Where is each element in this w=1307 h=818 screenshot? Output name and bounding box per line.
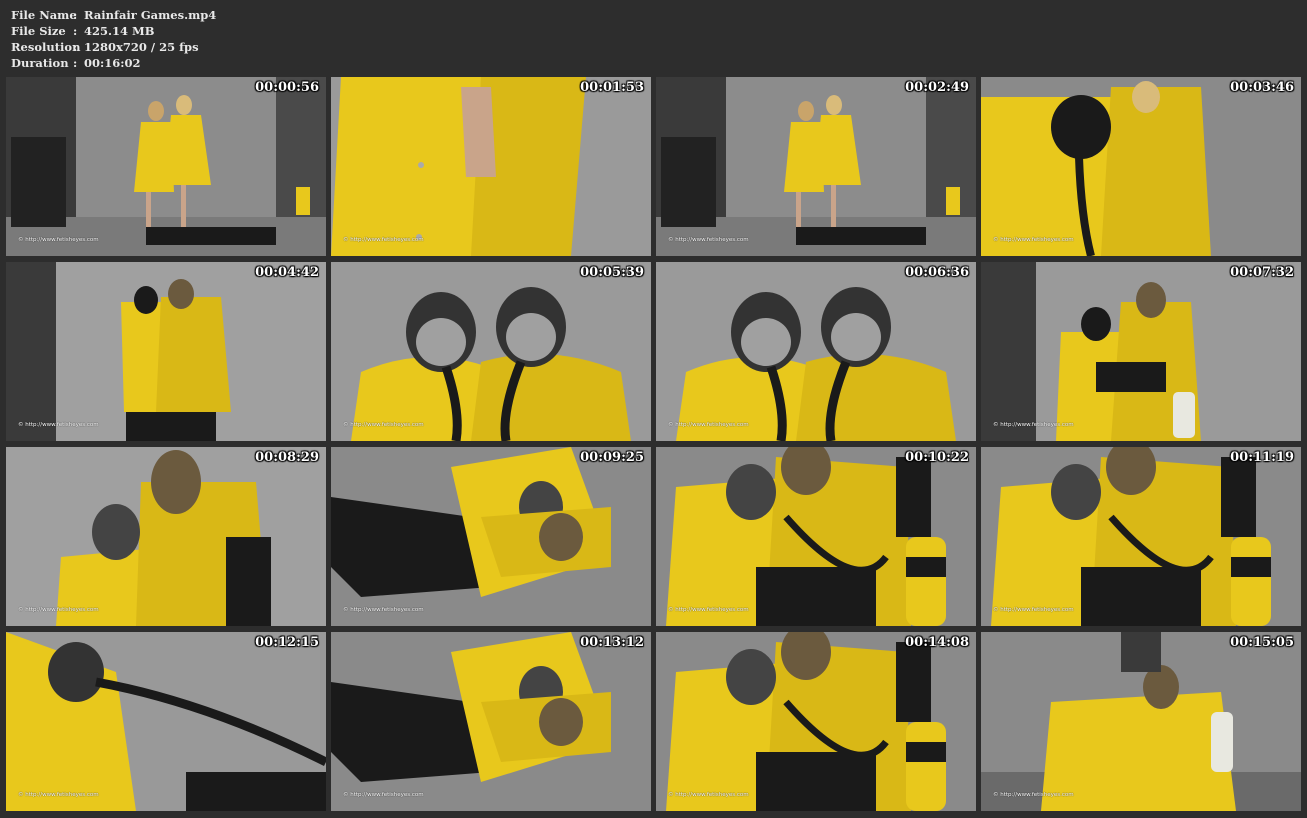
video-thumbnail: 00:05:39 © http://www.fetisheyes.com bbox=[331, 262, 651, 441]
thumbnail-watermark: © http://www.fetisheyes.com bbox=[668, 792, 749, 798]
file-info-key: File Name bbox=[11, 8, 77, 22]
thumbnail-timestamp: 00:05:39 bbox=[580, 265, 644, 280]
video-thumbnail: 00:00:56 © http://www.fetisheyes.com bbox=[6, 77, 326, 256]
thumbnail-watermark: © http://www.fetisheyes.com bbox=[668, 237, 749, 243]
thumbnail-watermark: © http://www.fetisheyes.com bbox=[993, 237, 1074, 243]
thumbnail-timestamp: 00:09:25 bbox=[580, 450, 644, 465]
thumbnail-watermark: © http://www.fetisheyes.com bbox=[343, 607, 424, 613]
file-info-value: 1280x720 / 25 fps bbox=[84, 40, 199, 54]
file-info-separator: : bbox=[73, 40, 78, 54]
video-thumbnail: 00:12:15 © http://www.fetisheyes.com bbox=[6, 632, 326, 811]
thumbnail-watermark: © http://www.fetisheyes.com bbox=[18, 792, 99, 798]
thumbnail-watermark: © http://www.fetisheyes.com bbox=[343, 792, 424, 798]
video-thumbnail: 00:04:42 © http://www.fetisheyes.com bbox=[6, 262, 326, 441]
video-thumbnail: 00:07:32 © http://www.fetisheyes.com bbox=[981, 262, 1301, 441]
thumbnail-watermark: © http://www.fetisheyes.com bbox=[343, 237, 424, 243]
thumbnail-watermark: © http://www.fetisheyes.com bbox=[18, 422, 99, 428]
thumbnail-timestamp: 00:14:08 bbox=[905, 635, 969, 650]
file-info-row: Duration:00:16:02 bbox=[11, 55, 216, 71]
file-info-separator: : bbox=[73, 56, 78, 70]
video-thumbnail: 00:08:29 © http://www.fetisheyes.com bbox=[6, 447, 326, 626]
video-thumbnail: 00:10:22 © http://www.fetisheyes.com bbox=[656, 447, 976, 626]
video-thumbnail: 00:11:19 © http://www.fetisheyes.com bbox=[981, 447, 1301, 626]
thumbnail-watermark: © http://www.fetisheyes.com bbox=[668, 422, 749, 428]
thumbnail-watermark: © http://www.fetisheyes.com bbox=[993, 792, 1074, 798]
thumbnail-timestamp: 00:03:46 bbox=[1230, 80, 1294, 95]
thumbnail-timestamp: 00:12:15 bbox=[255, 635, 319, 650]
thumbnail-timestamp: 00:06:36 bbox=[905, 265, 969, 280]
thumbnail-watermark: © http://www.fetisheyes.com bbox=[668, 607, 749, 613]
thumbnail-timestamp: 00:11:19 bbox=[1230, 450, 1294, 465]
thumbnail-watermark: © http://www.fetisheyes.com bbox=[18, 237, 99, 243]
file-info-row: File Size:425.14 MB bbox=[11, 23, 216, 39]
video-thumbnail: 00:13:12 © http://www.fetisheyes.com bbox=[331, 632, 651, 811]
video-thumbnail: 00:15:05 © http://www.fetisheyes.com bbox=[981, 632, 1301, 811]
file-info-row: Resolution:1280x720 / 25 fps bbox=[11, 39, 216, 55]
video-thumbnail: 00:09:25 © http://www.fetisheyes.com bbox=[331, 447, 651, 626]
thumbnail-timestamp: 00:15:05 bbox=[1230, 635, 1294, 650]
thumbnail-timestamp: 00:10:22 bbox=[905, 450, 969, 465]
thumbnail-timestamp: 00:08:29 bbox=[255, 450, 319, 465]
thumbnail-timestamp: 00:02:49 bbox=[905, 80, 969, 95]
thumbnail-watermark: © http://www.fetisheyes.com bbox=[343, 422, 424, 428]
file-info-row: File Name: Rainfair Games.mp4 bbox=[11, 7, 216, 23]
video-thumbnail: 00:03:46 © http://www.fetisheyes.com bbox=[981, 77, 1301, 256]
thumbnail-timestamp: 00:04:42 bbox=[255, 265, 319, 280]
file-info-key: File Size bbox=[11, 24, 66, 38]
file-info-value: 00:16:02 bbox=[84, 56, 141, 70]
video-thumbnail: 00:02:49 © http://www.fetisheyes.com bbox=[656, 77, 976, 256]
video-thumbnail: 00:06:36 © http://www.fetisheyes.com bbox=[656, 262, 976, 441]
file-info-value: Rainfair Games.mp4 bbox=[84, 8, 217, 22]
file-info-key: Resolution bbox=[11, 40, 81, 54]
thumbnail-timestamp: 00:13:12 bbox=[580, 635, 644, 650]
thumbnail-grid: 00:00:56 © http://www.fetisheyes.com 00:0… bbox=[6, 77, 1302, 812]
thumbnail-watermark: © http://www.fetisheyes.com bbox=[993, 607, 1074, 613]
video-thumbnail: 00:01:53 © http://www.fetisheyes.com bbox=[331, 77, 651, 256]
file-info-key: Duration bbox=[11, 56, 69, 70]
thumbnail-watermark: © http://www.fetisheyes.com bbox=[993, 422, 1074, 428]
file-info-panel: File Name: Rainfair Games.mp4 File Size:42… bbox=[11, 7, 216, 71]
file-info-separator: : bbox=[73, 8, 78, 22]
file-info-value: 425.14 MB bbox=[84, 24, 155, 38]
file-info-separator: : bbox=[73, 24, 78, 38]
video-thumbnail: 00:14:08 © http://www.fetisheyes.com bbox=[656, 632, 976, 811]
thumbnail-timestamp: 00:01:53 bbox=[580, 80, 644, 95]
thumbnail-watermark: © http://www.fetisheyes.com bbox=[18, 607, 99, 613]
thumbnail-timestamp: 00:00:56 bbox=[255, 80, 319, 95]
thumbnail-timestamp: 00:07:32 bbox=[1230, 265, 1294, 280]
